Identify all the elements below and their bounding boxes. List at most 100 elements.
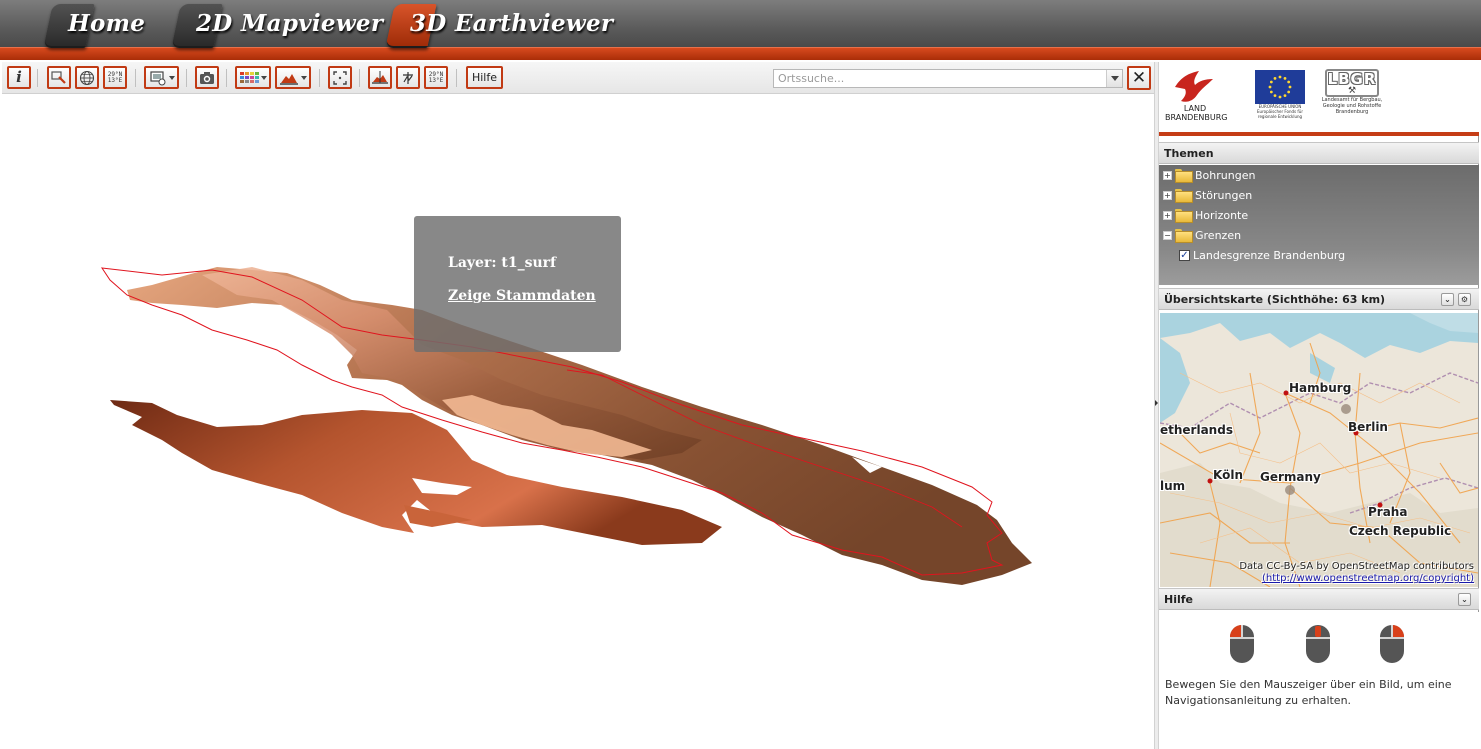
nav-tab-label: 3D Earthviewer [410, 10, 614, 37]
brandenburg-line2: BRANDENBURG [1165, 113, 1228, 122]
chevron-down-icon [169, 76, 175, 80]
folder-icon [1175, 189, 1193, 203]
eu-line2: Europäischer Fonds für regionale Entwick… [1257, 109, 1303, 119]
attribution-link[interactable]: (http://www.openstreetmap.org/copyright) [1239, 573, 1474, 585]
globe-icon [79, 70, 95, 85]
tree-item-label: Störungen [1195, 188, 1253, 202]
mouse-left-button-icon[interactable] [1229, 624, 1255, 664]
screenshot-button[interactable] [195, 66, 219, 89]
3d-viewport[interactable]: Layer: t1_surf Zeige Stammdaten [2, 95, 1154, 747]
themes-tree: + Bohrungen + Störungen + Horizonte − Gr… [1159, 165, 1479, 285]
show-master-data-link[interactable]: Zeige Stammdaten [448, 288, 596, 304]
map-city-label: Köln [1213, 468, 1243, 482]
help-panel-title: Hilfe [1164, 593, 1193, 606]
terrain-dropdown[interactable] [275, 66, 311, 89]
eu-logo-caption: EUROPÄISCHE UNION Europäischer Fonds für… [1250, 104, 1310, 119]
themes-panel-header: Themen [1159, 142, 1479, 164]
mouse-right-button-icon[interactable] [1379, 624, 1405, 664]
tree-item-landesgrenze[interactable]: ✓ Landesgrenze Brandenburg [1179, 246, 1345, 264]
place-search-combobox[interactable] [773, 69, 1123, 88]
expand-icon[interactable]: + [1163, 170, 1172, 180]
coordinates-display-button[interactable]: 29°N 13°E [424, 66, 448, 89]
tree-item-stoerungen[interactable]: + Störungen [1163, 186, 1252, 204]
profile-button[interactable] [396, 66, 420, 89]
tree-item-grenzen[interactable]: − Grenzen [1163, 226, 1241, 244]
hammer-pick-icon: ⚒ [1347, 86, 1357, 96]
eu-star [1278, 75, 1282, 79]
chevron-down-icon [1110, 76, 1119, 81]
eu-star [1268, 85, 1272, 89]
collapse-chevron-icon[interactable]: ⌄ [1441, 293, 1454, 306]
lbgr-logo-caption: Landesamt für Bergbau, Geologie und Rohs… [1321, 97, 1383, 115]
tree-item-horizonte[interactable]: + Horizonte [1163, 206, 1248, 224]
tree-item-label: Landesgrenze Brandenburg [1193, 248, 1346, 262]
folder-icon [1175, 209, 1193, 223]
cross-section-icon [372, 70, 388, 84]
help-button[interactable]: Hilfe [466, 66, 503, 89]
coord-lon: 13°E [107, 76, 123, 84]
toolbar-separator [319, 69, 320, 87]
themes-title: Themen [1164, 147, 1214, 160]
map-country-label: Germany [1260, 470, 1321, 484]
map-country-label: lum [1160, 479, 1186, 493]
full-extent-button[interactable] [328, 66, 352, 89]
eu-flag-logo [1255, 70, 1305, 104]
chevron-down-icon [301, 76, 307, 80]
map-city-label: Praha [1368, 505, 1408, 519]
display-mode-dropdown[interactable] [144, 66, 179, 89]
brandenburg-eagle-logo [1175, 71, 1213, 102]
expand-icon[interactable]: + [1163, 210, 1172, 220]
nav-tab-label: 2D Mapviewer [196, 10, 384, 37]
folder-icon [1175, 169, 1193, 183]
coordinates-button[interactable]: 29°N 13°E [103, 66, 127, 89]
select-tool-button[interactable] [47, 66, 71, 89]
map-attribution: Data CC-By-SA by OpenStreetMap contribut… [1239, 561, 1474, 585]
map-country-label: etherlands [1160, 423, 1233, 437]
eu-star [1273, 76, 1277, 80]
collapse-arrow-icon[interactable] [1155, 400, 1158, 406]
logo-bar: LAND BRANDENBURG EUROPÄISCHE UNION Europ… [1159, 62, 1479, 136]
eu-star [1287, 80, 1291, 84]
popup-layer-name: Layer: t1_surf [448, 255, 557, 271]
terrain-icon [280, 73, 298, 85]
toolbar-separator [456, 69, 457, 87]
chevron-down-icon [261, 76, 267, 80]
overview-map[interactable]: Hamburg etherlands Berlin Köln Germany l… [1160, 313, 1478, 587]
place-search-input[interactable] [774, 70, 1106, 87]
tree-item-label: Horizonte [1195, 208, 1249, 222]
mouse-middle-button-icon[interactable] [1305, 624, 1331, 664]
collapse-chevron-icon[interactable]: ⌄ [1458, 593, 1471, 606]
info-button[interactable]: i [7, 66, 31, 89]
collapse-icon[interactable]: − [1163, 230, 1172, 240]
expand-icon[interactable]: + [1163, 190, 1172, 200]
3d-surface-scene[interactable] [2, 95, 1154, 747]
banner-accent-stripe [0, 47, 1481, 60]
eu-star [1278, 95, 1282, 99]
toolbar-separator [226, 69, 227, 87]
color-scheme-dropdown[interactable] [235, 66, 271, 89]
close-icon: ✕ [1131, 68, 1147, 88]
info-icon: i [16, 68, 22, 86]
brandenburg-logo-text: LAND BRANDENBURG [1165, 104, 1228, 122]
lbgr-logo: LBGR ⚒ [1325, 69, 1379, 97]
attribution-text: Data CC-By-SA by OpenStreetMap contribut… [1239, 561, 1474, 572]
tree-item-bohrungen[interactable]: + Bohrungen [1163, 166, 1255, 184]
eu-star [1283, 94, 1287, 98]
cross-section-button[interactable] [368, 66, 392, 89]
coordinates-icon: 29°N 13°E [107, 71, 123, 84]
eu-star [1269, 90, 1273, 94]
right-sidebar: LAND BRANDENBURG EUROPÄISCHE UNION Europ… [1159, 62, 1479, 749]
full-extent-icon [333, 70, 347, 85]
coordinates-icon: 29°N 13°E [429, 71, 443, 84]
layer-checkbox[interactable]: ✓ [1179, 249, 1190, 261]
search-dropdown-button[interactable] [1106, 70, 1122, 87]
globe-button[interactable] [75, 66, 99, 89]
toolbar-separator [359, 69, 360, 87]
camera-icon [200, 71, 214, 84]
eu-star [1288, 85, 1292, 89]
map-country-label: Czech Republic [1349, 524, 1452, 538]
close-button[interactable]: ✕ [1127, 66, 1151, 90]
help-instructions: Bewegen Sie den Mauszeiger über ein Bild… [1165, 678, 1452, 707]
eu-star [1269, 80, 1273, 84]
gear-icon[interactable]: ⚙ [1458, 293, 1471, 306]
